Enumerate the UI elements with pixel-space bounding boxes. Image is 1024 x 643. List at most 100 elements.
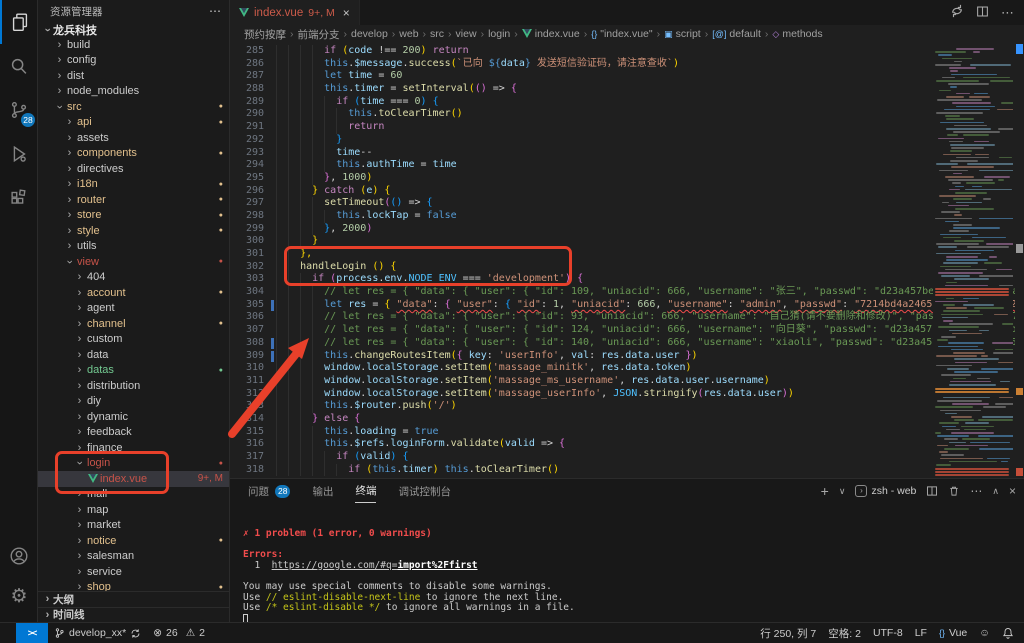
- code-line[interactable]: 290this.toClearTimer(): [230, 108, 1024, 121]
- line-number[interactable]: 291: [230, 121, 264, 134]
- tree-item-style[interactable]: ›style●: [38, 223, 229, 239]
- close-panel-icon[interactable]: ×: [1009, 484, 1016, 498]
- line-number[interactable]: 295: [230, 172, 264, 185]
- code-line[interactable]: 307// let res = { "data": { "user": { "i…: [230, 324, 1024, 337]
- eol-sequence[interactable]: LF: [909, 627, 933, 639]
- terminal-select[interactable]: ›zsh - web: [855, 485, 916, 497]
- code-line[interactable]: 288this.timer = setInterval(() => {: [230, 83, 1024, 96]
- line-number[interactable]: 297: [230, 197, 264, 210]
- tree-item-finance[interactable]: ›finance: [38, 440, 229, 456]
- encoding[interactable]: UTF-8: [867, 627, 909, 639]
- code-line[interactable]: 305let res = { "data": { "user": { "id":…: [230, 299, 1024, 312]
- account-icon[interactable]: [0, 534, 38, 578]
- code-line[interactable]: 315this.loading = true: [230, 426, 1024, 439]
- tree-item-view[interactable]: ›view●: [38, 254, 229, 270]
- line-number[interactable]: 315: [230, 426, 264, 439]
- tree-item-dist[interactable]: ›dist: [38, 68, 229, 84]
- timeline-section[interactable]: ›时间线: [38, 607, 229, 623]
- code-line[interactable]: 300}: [230, 235, 1024, 248]
- close-icon[interactable]: ×: [343, 6, 350, 20]
- chevron-down-icon[interactable]: ∨: [839, 486, 846, 497]
- line-number[interactable]: 317: [230, 451, 264, 464]
- breadcrumb-item[interactable]: {}"index.vue": [591, 28, 652, 40]
- git-branch-item[interactable]: develop_xx*: [48, 623, 147, 643]
- run-debug-icon[interactable]: [0, 132, 38, 176]
- line-number[interactable]: 293: [230, 147, 264, 160]
- code-line[interactable]: 313this.$router.push('/'): [230, 400, 1024, 413]
- settings-gear-icon[interactable]: ⚙: [0, 574, 38, 618]
- tree-item-map[interactable]: ›map: [38, 502, 229, 518]
- tree-item-utils[interactable]: ›utils: [38, 239, 229, 255]
- maximize-panel-icon[interactable]: ∧: [992, 486, 999, 497]
- tab-terminal[interactable]: 终端: [355, 479, 376, 503]
- code-line[interactable]: 285if (code !== 200) return: [230, 45, 1024, 58]
- tree-item-market[interactable]: ›market: [38, 518, 229, 534]
- code-line[interactable]: 295}, 1000): [230, 172, 1024, 185]
- more-actions-icon[interactable]: ⋯: [1001, 5, 1014, 21]
- tab-problems[interactable]: 问题28: [248, 479, 290, 503]
- problems-item[interactable]: ⊗26 ⚠2: [147, 623, 211, 643]
- code-line[interactable]: 316this.$refs.loginForm.validate(valid =…: [230, 438, 1024, 451]
- line-number[interactable]: 310: [230, 362, 264, 375]
- line-number[interactable]: 312: [230, 388, 264, 401]
- breadcrumb-item[interactable]: index.vue: [522, 28, 580, 40]
- code-line[interactable]: 318if (this.timer) this.toClearTimer(): [230, 464, 1024, 477]
- tree-item-salesman[interactable]: ›salesman: [38, 549, 229, 565]
- tree-item-404[interactable]: ›404: [38, 270, 229, 286]
- line-number[interactable]: 305: [230, 299, 264, 312]
- split-terminal-icon[interactable]: [926, 485, 938, 497]
- tree-item-custom[interactable]: ›custom: [38, 332, 229, 348]
- tree-item-feedback[interactable]: ›feedback: [38, 425, 229, 441]
- tree-item-directives[interactable]: ›directives: [38, 161, 229, 177]
- tree-item-agent[interactable]: ›agent: [38, 301, 229, 317]
- project-root[interactable]: › 龙兵科技: [38, 22, 229, 37]
- terminal-link[interactable]: https://google.com/#q=: [272, 560, 398, 571]
- code-line[interactable]: 317if (valid) {: [230, 451, 1024, 464]
- breadcrumb-item[interactable]: develop: [351, 28, 388, 40]
- line-number[interactable]: 290: [230, 108, 264, 121]
- line-number[interactable]: 287: [230, 70, 264, 83]
- terminal-link[interactable]: import%2Ffirst: [397, 560, 477, 571]
- notifications-bell-icon[interactable]: [996, 627, 1024, 639]
- tree-item-service[interactable]: ›service: [38, 564, 229, 580]
- language-mode[interactable]: {}Vue: [933, 627, 973, 639]
- breadcrumb-item[interactable]: view: [456, 28, 477, 40]
- breadcrumb-item[interactable]: login: [488, 28, 510, 40]
- line-number[interactable]: 298: [230, 210, 264, 223]
- code-line[interactable]: 289if (time === 0) {: [230, 96, 1024, 109]
- indentation[interactable]: 空格: 2: [822, 626, 867, 641]
- code-line[interactable]: 311window.localStorage.setItem('massage_…: [230, 375, 1024, 388]
- code-line[interactable]: 296} catch (e) {: [230, 185, 1024, 198]
- more-actions-icon[interactable]: ⋯: [970, 484, 982, 498]
- code-line[interactable]: 303if (process.env.NODE_ENV === 'develop…: [230, 273, 1024, 286]
- outline-section[interactable]: ›大纲: [38, 591, 229, 607]
- tree-item-i18n[interactable]: ›i18n●: [38, 177, 229, 193]
- code-line[interactable]: 310window.localStorage.setItem('massage_…: [230, 362, 1024, 375]
- line-number[interactable]: 302: [230, 261, 264, 274]
- line-number[interactable]: 307: [230, 324, 264, 337]
- code-line[interactable]: 314} else {: [230, 413, 1024, 426]
- tree-item-assets[interactable]: ›assets: [38, 130, 229, 146]
- line-number[interactable]: 288: [230, 83, 264, 96]
- explorer-icon[interactable]: [0, 0, 38, 44]
- split-editor-icon[interactable]: [976, 5, 989, 21]
- remote-indicator[interactable]: ><: [16, 623, 48, 643]
- code-line[interactable]: 308// let res = { "data": { "user": { "i…: [230, 337, 1024, 350]
- code-line[interactable]: 302handleLogin () {: [230, 261, 1024, 274]
- trash-icon[interactable]: [948, 485, 960, 497]
- code-line[interactable]: 301},: [230, 248, 1024, 261]
- tree-item-index.vue[interactable]: index.vue9+, M: [38, 471, 229, 487]
- line-number[interactable]: 311: [230, 375, 264, 388]
- tree-item-config[interactable]: ›config: [38, 53, 229, 69]
- line-number[interactable]: 313: [230, 400, 264, 413]
- tab-index-vue[interactable]: index.vue 9+, M ×: [230, 0, 360, 25]
- tree-item-router[interactable]: ›router●: [38, 192, 229, 208]
- tree-item-store[interactable]: ›store●: [38, 208, 229, 224]
- minimap[interactable]: [933, 44, 1013, 478]
- tree-item-channel[interactable]: ›channel●: [38, 316, 229, 332]
- cursor-position[interactable]: 行 250, 列 7: [754, 626, 822, 641]
- line-number[interactable]: 292: [230, 134, 264, 147]
- line-number[interactable]: 286: [230, 58, 264, 71]
- line-number[interactable]: 296: [230, 185, 264, 198]
- line-number[interactable]: 309: [230, 350, 264, 363]
